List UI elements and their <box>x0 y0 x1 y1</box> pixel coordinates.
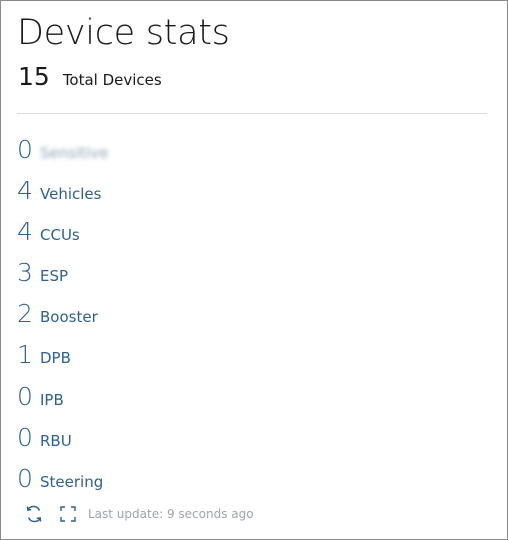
stat-label: IPB <box>40 390 64 409</box>
fullscreen-icon[interactable] <box>57 503 79 525</box>
total-devices: 15 Total Devices <box>18 62 162 91</box>
stat-label: ESP <box>40 267 69 286</box>
stat-row-esp[interactable]: 3 ESP <box>17 258 108 299</box>
device-stats-card: Device stats 15 Total Devices 0 Sensitiv… <box>0 0 508 540</box>
stat-label: Sensitive <box>40 144 109 162</box>
stat-row-steering[interactable]: 0 Steering <box>17 464 108 505</box>
stat-count: 2 <box>17 299 33 329</box>
stat-count: 0 <box>17 381 33 411</box>
last-update-text: Last update: 9 seconds ago <box>88 507 254 521</box>
refresh-icon[interactable] <box>23 503 45 525</box>
stat-label: Booster <box>40 308 98 327</box>
stat-count: 0 <box>17 463 33 493</box>
widget-title: Device stats <box>17 13 230 53</box>
stat-count: 0 <box>17 135 33 164</box>
stat-row-ipb[interactable]: 0 IPB <box>17 382 108 423</box>
widget-footer: Last update: 9 seconds ago <box>23 503 254 525</box>
stat-row-dpb[interactable]: 1 DPB <box>17 340 108 381</box>
stat-label: RBU <box>40 431 72 450</box>
total-devices-label: Total Devices <box>62 71 162 89</box>
stat-row-rbu[interactable]: 0 RBU <box>17 423 108 464</box>
stat-row-sensitive[interactable]: 0 Sensitive <box>17 135 108 176</box>
stat-row-ccus[interactable]: 4 CCUs <box>17 217 108 258</box>
stat-count: 1 <box>17 340 33 370</box>
stat-count: 4 <box>17 217 33 247</box>
stat-count: 3 <box>17 258 33 288</box>
divider <box>17 113 487 114</box>
stat-label: CCUs <box>40 226 80 245</box>
total-devices-count: 15 <box>18 62 50 91</box>
stat-label: Vehicles <box>40 185 102 204</box>
stat-label: Steering <box>40 472 104 491</box>
stat-row-booster[interactable]: 2 Booster <box>17 299 108 340</box>
stat-count: 4 <box>17 176 33 206</box>
stat-row-vehicles[interactable]: 4 Vehicles <box>17 176 108 217</box>
stat-label: DPB <box>40 349 71 368</box>
stat-count: 0 <box>17 422 33 452</box>
stats-list: 0 Sensitive 4 Vehicles 4 CCUs 3 ESP 2 Bo… <box>17 135 108 505</box>
